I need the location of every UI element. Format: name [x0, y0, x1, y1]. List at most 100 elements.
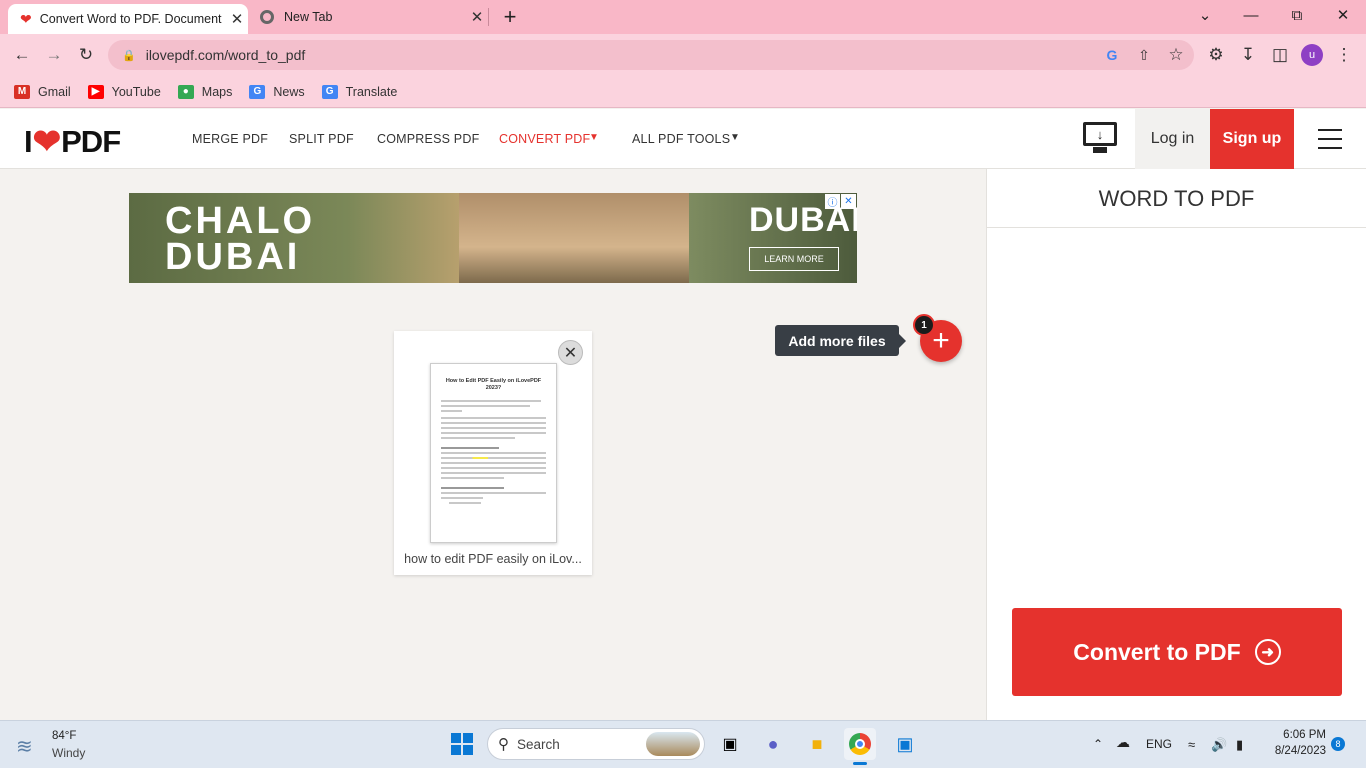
tab-divider: [488, 8, 489, 26]
volume-icon[interactable]: 🔊: [1211, 737, 1227, 753]
ad-banner[interactable]: CHALO DUBAI DUBAI LEARN MORE ⓘ ✕: [129, 193, 857, 283]
caret-down-icon: ▼: [589, 132, 599, 143]
extensions-icon[interactable]: ⚙: [1204, 43, 1228, 67]
ad-photo: [459, 193, 689, 283]
minimize-icon[interactable]: —: [1228, 0, 1274, 30]
active-app-indicator: [853, 762, 867, 765]
forward-icon[interactable]: →: [42, 43, 66, 67]
close-tab-icon[interactable]: ✕: [466, 8, 488, 26]
desktop-app-icon[interactable]: ↓: [1082, 122, 1118, 156]
search-placeholder: Search: [517, 736, 560, 752]
gmail-icon: M: [14, 84, 30, 99]
close-tab-icon[interactable]: ✕: [226, 10, 248, 28]
weather-desc: Windy: [52, 746, 86, 760]
search-icon: ⚲: [498, 736, 509, 753]
tab-title: New Tab: [284, 10, 333, 24]
bookmark-youtube[interactable]: ▶ YouTube: [87, 84, 161, 99]
logo-text-left: I: [24, 124, 33, 159]
weather-temp[interactable]: 84°F: [52, 730, 76, 742]
ad-headline: CHALO DUBAI: [165, 200, 316, 278]
ad-close-icon[interactable]: ✕: [841, 194, 856, 209]
tab-ilovepdf[interactable]: ❤ Convert Word to PDF. Document ✕: [8, 4, 248, 34]
bookmark-label: News: [273, 84, 305, 99]
show-hidden-icons[interactable]: ⌃: [1093, 737, 1103, 751]
reload-icon[interactable]: ↻: [74, 43, 98, 67]
bookmark-translate[interactable]: G Translate: [321, 84, 398, 99]
profile-avatar[interactable]: u: [1301, 44, 1323, 66]
nav-merge-pdf[interactable]: MERGE PDF: [192, 132, 268, 146]
news-icon: G: [249, 84, 266, 99]
language-indicator[interactable]: ENG: [1146, 737, 1172, 751]
chrome-taskbar-icon[interactable]: [844, 728, 876, 760]
file-thumbnail: How to Edit PDF Easily on iLovePDF 2023?: [430, 363, 557, 543]
weather-wind-icon[interactable]: ≋: [16, 734, 33, 759]
cloud-icon[interactable]: ☁: [1116, 734, 1130, 751]
ad-headline-line2: DUBAI: [165, 236, 301, 278]
battery-icon[interactable]: ▮: [1236, 737, 1243, 753]
taskbar-search[interactable]: ⚲ Search: [487, 728, 705, 760]
bookmarks-bar: M Gmail ▶ YouTube ● Maps G News G Transl…: [0, 76, 1366, 108]
bookmark-label: Translate: [345, 84, 398, 99]
teams-chat-icon[interactable]: ●: [757, 728, 789, 760]
nav-all-pdf-tools[interactable]: ALL PDF TOOLS: [632, 132, 730, 146]
windows-start-icon[interactable]: [446, 728, 478, 760]
tab-new-tab[interactable]: New Tab ✕: [252, 0, 488, 34]
bookmark-news[interactable]: G News: [249, 84, 305, 99]
maps-icon: ●: [177, 84, 194, 99]
bookmark-label: Gmail: [38, 84, 71, 99]
address-bar[interactable]: 🔒 ilovepdf.com/word_to_pdf: [108, 40, 1194, 70]
close-window-icon[interactable]: ✕: [1320, 0, 1366, 30]
bookmark-label: Maps: [201, 84, 233, 99]
bookmark-star-icon[interactable]: ☆: [1164, 43, 1188, 67]
file-explorer-icon[interactable]: ■: [801, 728, 833, 760]
tab-title: Convert Word to PDF. Document: [39, 12, 222, 26]
url-text: ilovepdf.com/word_to_pdf: [145, 47, 306, 63]
task-view-icon[interactable]: ▣: [714, 728, 746, 760]
google-lens-icon[interactable]: G: [1100, 43, 1124, 67]
remove-file-button[interactable]: ✕: [558, 340, 583, 365]
maximize-icon[interactable]: ⧉: [1274, 0, 1320, 30]
sidebar-title: WORD TO PDF: [987, 170, 1366, 228]
add-more-files-tooltip: Add more files: [775, 325, 899, 356]
back-icon[interactable]: ←: [10, 43, 34, 67]
heart-icon: ❤: [20, 10, 32, 27]
notification-badge[interactable]: 8: [1331, 737, 1345, 751]
caret-down-icon: ▼: [730, 132, 740, 143]
login-button[interactable]: Log in: [1135, 109, 1210, 169]
bookmark-label: YouTube: [111, 84, 161, 99]
chrome-icon: [260, 10, 274, 24]
download-icon[interactable]: ↧: [1236, 43, 1260, 67]
side-panel-icon[interactable]: ◫: [1268, 43, 1292, 67]
convert-to-pdf-button[interactable]: Convert to PDF ➜: [1012, 608, 1342, 696]
file-count-badge: 1: [913, 314, 935, 336]
translate-icon: G: [321, 84, 338, 99]
signup-button[interactable]: Sign up: [1210, 109, 1294, 169]
menu-kebab-icon[interactable]: ⋮: [1332, 43, 1356, 67]
new-tab-button[interactable]: +: [498, 4, 522, 30]
nav-split-pdf[interactable]: SPLIT PDF: [289, 132, 354, 146]
nav-convert-pdf[interactable]: CONVERT PDF: [499, 132, 590, 146]
youtube-icon: ▶: [87, 84, 104, 99]
tooltip-arrow: [898, 333, 906, 349]
bookmark-gmail[interactable]: M Gmail: [14, 84, 71, 99]
lock-icon: 🔒: [122, 49, 136, 62]
convert-button-label: Convert to PDF: [1073, 638, 1241, 665]
clock-date[interactable]: 8/24/2023: [1260, 745, 1326, 757]
bookmark-maps[interactable]: ● Maps: [177, 84, 233, 99]
tab-search-icon[interactable]: ⌄: [1182, 0, 1228, 30]
ad-info-icon[interactable]: ⓘ: [825, 194, 840, 209]
search-highlight-image: [646, 732, 700, 756]
ilovepdf-logo[interactable]: I ❤ PDF: [24, 122, 121, 162]
nav-compress-pdf[interactable]: COMPRESS PDF: [377, 132, 479, 146]
hamburger-menu-icon[interactable]: [1318, 129, 1342, 149]
ad-headline-line1: CHALO: [165, 200, 316, 242]
file-name: how to edit PDF easily on iLov...: [404, 552, 582, 566]
arrow-circle-right-icon: ➜: [1254, 639, 1281, 665]
share-icon[interactable]: ⇧: [1132, 43, 1156, 67]
clock-time[interactable]: 6:06 PM: [1264, 729, 1326, 741]
ad-learn-more-button[interactable]: LEARN MORE: [749, 247, 839, 271]
logo-text-right: PDF: [61, 124, 121, 159]
heart-icon: ❤: [32, 123, 61, 161]
microsoft-store-icon[interactable]: ▣: [889, 728, 921, 760]
wifi-icon[interactable]: ≈: [1188, 737, 1195, 752]
